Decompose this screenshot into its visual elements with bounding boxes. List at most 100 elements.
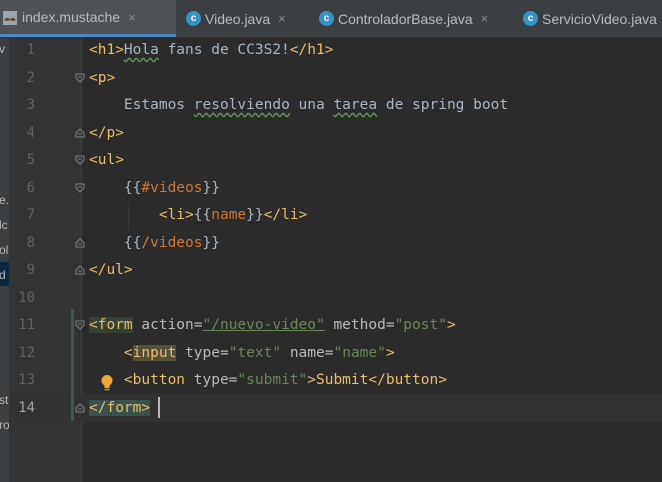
tree-fragment: lc	[0, 218, 8, 232]
tab-label: Video.java	[205, 10, 271, 27]
code-line[interactable]: <input type="text" name="name">	[89, 339, 395, 367]
fold-icon[interactable]	[75, 155, 85, 165]
html-tag: <	[89, 345, 133, 361]
spellcheck-word: Hola	[123, 42, 159, 58]
fold-icon[interactable]	[75, 73, 85, 83]
code-line[interactable]: {{/videos}}	[89, 229, 220, 257]
line-number: 12	[18, 345, 35, 361]
html-attribute: name=	[281, 345, 334, 361]
line-number: 13	[18, 372, 35, 388]
html-tag: >	[385, 345, 395, 361]
tab-index-mustache[interactable]: index.mustache ×	[0, 0, 176, 37]
fold-icon[interactable]	[75, 265, 85, 275]
code-line[interactable]: <form action="/nuevo-video" method="post…	[89, 311, 456, 339]
mustache-section: #videos	[141, 180, 203, 196]
text-content: fans de CC3S2!	[158, 42, 290, 58]
html-attribute: method=	[324, 317, 395, 333]
html-attribute: type=	[176, 345, 229, 361]
text-content: de spring boot	[377, 97, 509, 113]
close-icon[interactable]: ×	[481, 11, 489, 26]
tab-label: ServicioVideo.java	[542, 10, 657, 27]
fold-icon[interactable]	[75, 128, 85, 138]
java-class-icon: c	[319, 11, 334, 26]
mustache-brace: {{	[89, 235, 142, 251]
tag-scope-indicator	[71, 309, 74, 421]
java-class-icon: c	[186, 11, 201, 26]
line-number: 10	[18, 290, 35, 306]
tab-label: ControladorBase.java	[338, 10, 473, 27]
mustache-brace: }}	[202, 235, 220, 251]
attribute-value: "/nuevo-video"	[202, 317, 325, 333]
editor-tab-bar: index.mustache × c Video.java × c Contro…	[0, 0, 662, 38]
html-tag: <li>	[158, 207, 194, 223]
code-line[interactable]: </ul>	[89, 256, 133, 284]
html-attribute: action=	[132, 317, 203, 333]
mustache-brace: {{	[89, 180, 142, 196]
html-tag: <h1>	[89, 42, 124, 58]
tree-fragment: ro	[0, 418, 9, 432]
line-number: 3	[26, 97, 35, 113]
code-line[interactable]: </p>	[89, 119, 124, 147]
html-tag: </li>	[263, 207, 308, 223]
code-line[interactable]: <h1>Hola fans de CC3S2!</h1>	[89, 36, 333, 64]
line-number: 8	[26, 235, 35, 251]
html-tag-matched: <form	[89, 317, 133, 333]
html-tag: </button>	[368, 372, 447, 388]
code-line[interactable]: <ul>	[89, 146, 124, 174]
code-line-current[interactable]: </form>	[89, 394, 151, 422]
line-number-current: 14	[18, 400, 35, 416]
line-number: 4	[26, 125, 35, 141]
java-class-icon: c	[523, 11, 538, 26]
html-tag: <ul>	[89, 152, 124, 168]
attribute-value: "post"	[394, 317, 447, 333]
attribute-value: "text"	[228, 345, 282, 361]
fold-icon[interactable]	[75, 183, 85, 193]
text-cursor	[158, 397, 160, 418]
tree-fragment: ol	[0, 243, 9, 257]
project-panel-edge: v e.c lc ol d st ro	[0, 38, 9, 482]
text-content: Estamos	[89, 97, 194, 113]
mustache-section: /videos	[141, 235, 203, 251]
mustache-brace: }}	[246, 207, 264, 223]
mustache-brace: {{	[193, 207, 212, 223]
code-line[interactable]: <li>{{name}}</li>	[89, 201, 307, 229]
tree-fragment: v	[0, 42, 5, 56]
code-line[interactable]: <button type="submit">Submit</button>	[89, 366, 447, 394]
close-icon[interactable]: ×	[278, 11, 286, 26]
code-line[interactable]: Estamos resolviendo una tarea de spring …	[89, 91, 508, 119]
line-number: 1	[26, 42, 35, 58]
html-tag: >	[446, 317, 456, 333]
mustache-variable: name	[211, 207, 247, 223]
html-tag: </ul>	[89, 262, 133, 278]
fold-icon[interactable]	[75, 320, 85, 330]
spellcheck-word: resolviendo	[193, 97, 290, 113]
code-line[interactable]: <p>	[89, 64, 115, 92]
line-number: 7	[26, 207, 35, 223]
spellcheck-word: tarea	[333, 97, 378, 113]
attribute-value: "name"	[333, 345, 386, 361]
mustache-file-icon	[3, 11, 17, 25]
tree-fragment: d	[0, 268, 6, 282]
html-tag-warning: input	[132, 345, 177, 361]
html-tag: <button	[89, 372, 186, 388]
tree-fragment: st	[0, 393, 9, 407]
fold-icon[interactable]	[75, 238, 85, 248]
close-icon[interactable]: ×	[128, 10, 136, 25]
text-content: una	[289, 97, 334, 113]
html-tag: </p>	[89, 125, 124, 141]
line-number: 2	[26, 70, 35, 86]
code-line[interactable]: {{#videos}}	[89, 174, 220, 202]
attribute-value: "submit"	[237, 372, 308, 388]
tab-video-java[interactable]: c Video.java ×	[183, 0, 307, 37]
tab-servicio-video-java[interactable]: c ServicioVideo.java	[520, 0, 662, 37]
mustache-brace: }}	[202, 180, 220, 196]
fold-icon[interactable]	[75, 403, 85, 413]
line-number: 6	[26, 180, 35, 196]
tree-fragment: e.c	[0, 193, 9, 207]
html-tag: <p>	[89, 70, 116, 86]
html-tag: </h1>	[289, 42, 334, 58]
line-number: 11	[18, 317, 35, 333]
line-number: 9	[26, 262, 35, 278]
tab-controlador-base-java[interactable]: c ControladorBase.java ×	[316, 0, 507, 37]
